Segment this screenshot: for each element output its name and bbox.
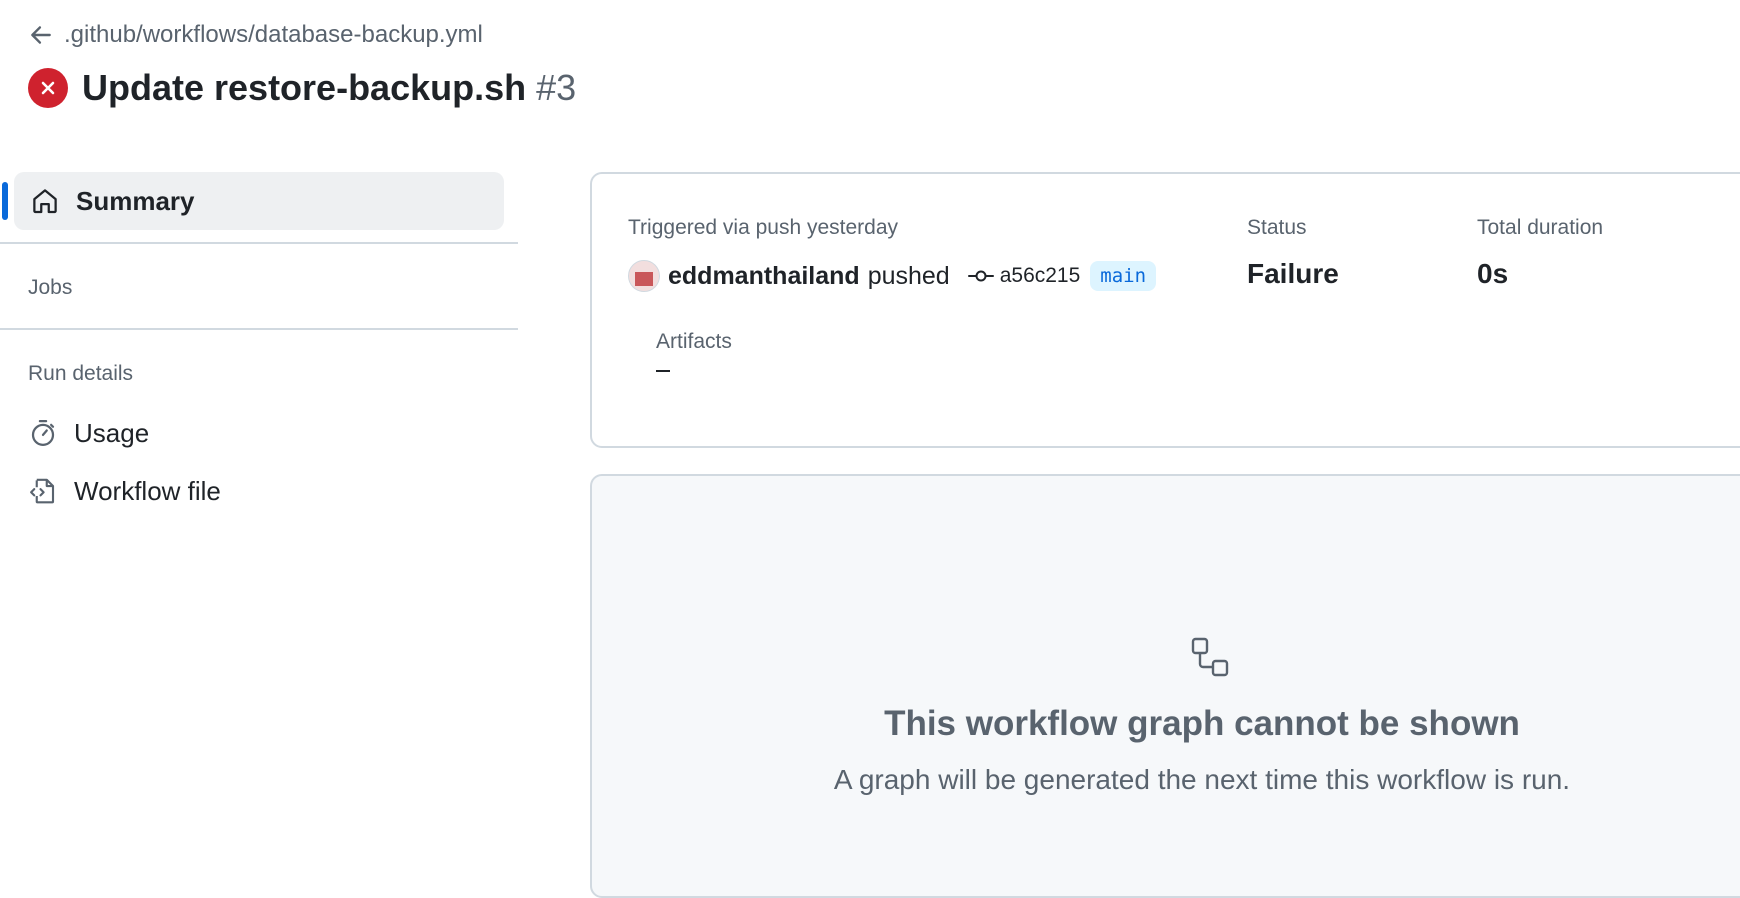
commit-link[interactable]: a56c215 [967,264,1081,288]
stopwatch-icon [28,418,58,448]
artifacts-empty-dash [656,370,670,372]
arrow-left-icon[interactable] [28,22,54,48]
sidebar-item-label: Workflow file [74,475,221,506]
sidebar-item-workflow-file[interactable]: Workflow file [28,471,221,511]
divider [0,328,518,330]
run-summary-card: Triggered via push yesterday eddmanthail… [590,172,1740,448]
sidebar-item-usage[interactable]: Usage [28,413,149,453]
x-circle-fill-icon [28,68,68,108]
branch-label[interactable]: main [1090,261,1157,291]
active-indicator [2,182,8,220]
section-heading-run-details: Run details [28,362,134,385]
actor-link[interactable]: eddmanthailand [668,262,860,291]
duration-label: Total duration [1477,216,1604,239]
home-icon [30,186,60,216]
breadcrumb-link[interactable]: .github/workflows/database-backup.yml [64,21,483,49]
page-title-row: Update restore-backup.sh #3 [28,66,576,110]
file-code-icon [28,476,58,506]
duration-value[interactable]: 0s [1477,258,1508,290]
sidebar-item-summary[interactable]: Summary [2,172,504,230]
trigger-text: Triggered via push yesterday [628,216,899,239]
status-label: Status [1247,216,1307,239]
git-commit-icon [967,266,994,286]
avatar[interactable] [628,260,660,292]
run-number: #3 [536,67,577,108]
divider [0,242,518,244]
breadcrumb[interactable]: .github/workflows/database-backup.yml [28,18,483,52]
sidebar-item-jobs[interactable]: Jobs [28,276,72,300]
sidebar-item-label: Summary [76,185,195,216]
commit-sha: a56c215 [999,264,1081,287]
page-title: Update restore-backup.sh [82,67,527,108]
workflow-graph-panel: This workflow graph cannot be shown A gr… [590,474,1740,898]
push-info: eddmanthailand pushed a56c215 main [628,258,1157,294]
graph-empty-title: This workflow graph cannot be shown [884,704,1520,743]
status-value: Failure [1247,258,1339,289]
workflow-icon [1188,636,1232,680]
graph-empty-subtitle: A graph will be generated the next time … [833,764,1571,795]
artifacts-label: Artifacts [656,330,732,353]
sidebar-item-label: Usage [74,417,150,448]
push-verb: pushed [867,261,950,290]
